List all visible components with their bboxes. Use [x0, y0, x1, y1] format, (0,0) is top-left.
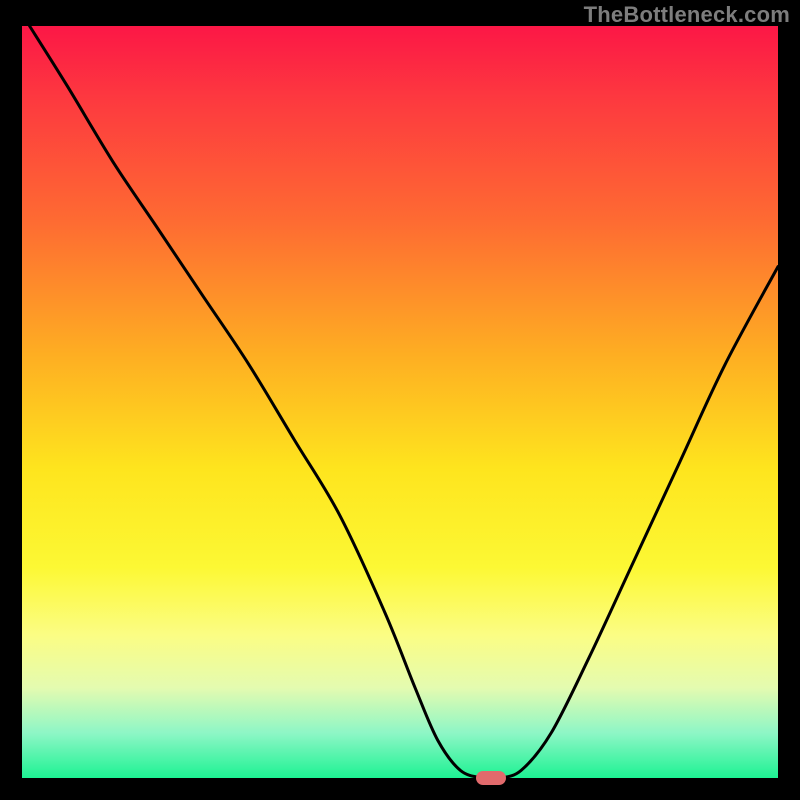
watermark-text: TheBottleneck.com	[584, 2, 790, 28]
plot-area	[22, 26, 778, 778]
bottleneck-curve	[22, 26, 778, 778]
chart-frame: TheBottleneck.com	[0, 0, 800, 800]
optimum-marker	[476, 771, 506, 785]
